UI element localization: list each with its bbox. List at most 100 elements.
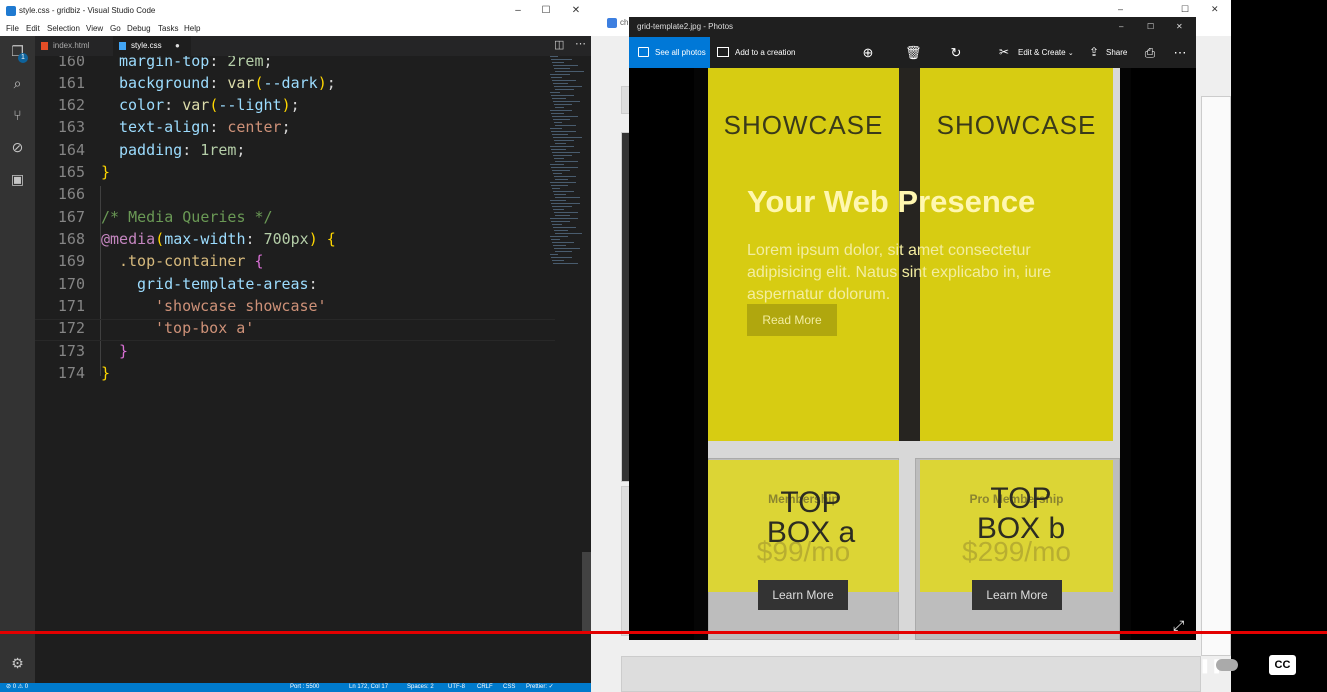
- minimap-line: [553, 155, 572, 156]
- more-actions-icon[interactable]: ⋯: [575, 37, 586, 50]
- minimap-line: [553, 173, 562, 174]
- debug-icon[interactable]: ⊘: [8, 138, 27, 157]
- prettier-status[interactable]: Prettier: ✓: [526, 683, 554, 692]
- minimap-line: [555, 71, 584, 72]
- menu-debug[interactable]: Debug: [127, 22, 151, 36]
- add-to-creation-button[interactable]: Add to a creation: [717, 37, 795, 68]
- print-icon[interactable]: ⎙: [1143, 46, 1157, 60]
- settings-gear-icon[interactable]: ⚙: [8, 654, 27, 673]
- autoplay-toggle[interactable]: [1216, 659, 1238, 671]
- editor-scrollbar[interactable]: [582, 552, 591, 632]
- hero-text: Lorem ipsum dolor, sit amet consectetur …: [747, 242, 1052, 303]
- cursor-position[interactable]: Ln 172, Col 17: [349, 683, 388, 692]
- menu-view[interactable]: View: [86, 22, 103, 36]
- menu-tasks[interactable]: Tasks: [158, 22, 178, 36]
- minimap-line: [550, 110, 572, 111]
- indentation-status[interactable]: Spaces: 2: [407, 683, 434, 692]
- close-button[interactable]: ✕: [561, 0, 591, 22]
- browser-maximize-button[interactable]: ☐: [1181, 4, 1189, 15]
- edit-create-button[interactable]: ✂ Edit & Create ⌄: [999, 37, 1074, 68]
- minimap-line: [553, 209, 564, 210]
- line-number: 165: [57, 163, 85, 181]
- minimap-line: [551, 203, 580, 204]
- tab-style-css[interactable]: style.css ●: [113, 36, 191, 56]
- minimap-line: [553, 101, 580, 102]
- problems-status[interactable]: ⊘ 0 ⚠ 0: [6, 683, 28, 692]
- code-editor[interactable]: 160 161 162 163 164 165 166 167 168 169 …: [35, 56, 591, 683]
- more-icon[interactable]: ⋯: [1173, 46, 1187, 60]
- maximize-button[interactable]: ☐: [531, 0, 561, 22]
- unsaved-dot[interactable]: ●: [175, 36, 180, 56]
- image-border: [1120, 68, 1131, 640]
- status-bar: ⊘ 0 ⚠ 0 Port : 5500 Ln 172, Col 17 Space…: [0, 683, 591, 692]
- minimap-line: [554, 122, 562, 123]
- menu-edit[interactable]: Edit: [26, 22, 40, 36]
- delete-icon[interactable]: 🗑: [905, 46, 922, 60]
- eol-status[interactable]: CRLF: [477, 683, 493, 692]
- browser-minimize-button[interactable]: –: [1118, 4, 1123, 14]
- menu-help[interactable]: Help: [184, 22, 200, 36]
- photos-minimize-button[interactable]: –: [1119, 17, 1123, 37]
- box-a-learn-more: Learn More: [758, 580, 848, 610]
- code-line: @media(max-width: 700px) {: [101, 230, 336, 248]
- minimap-line: [551, 239, 560, 240]
- minimap-line: [551, 113, 564, 114]
- minimap-line: [551, 59, 572, 60]
- minimap-line: [552, 170, 570, 171]
- line-number: 170: [57, 275, 85, 293]
- photos-close-button[interactable]: ✕: [1176, 17, 1183, 37]
- hero-heading: Your Web Presence: [747, 184, 1036, 219]
- css-file-icon: [119, 42, 126, 50]
- zoom-icon[interactable]: ⊕: [861, 46, 875, 60]
- code-line: 'showcase showcase': [155, 297, 327, 315]
- minimap-line: [554, 104, 572, 105]
- minimap-line: [552, 188, 560, 189]
- minimap-line: [550, 56, 558, 57]
- browser-tab-label[interactable]: ch: [620, 18, 628, 27]
- minimap-line: [555, 89, 574, 90]
- minimize-button[interactable]: –: [503, 0, 533, 22]
- source-control-icon[interactable]: ⑂: [8, 106, 27, 125]
- photos-maximize-button[interactable]: ☐: [1147, 17, 1154, 37]
- indent-guide: [100, 186, 101, 376]
- image-border: [694, 68, 708, 640]
- language-status[interactable]: CSS: [503, 683, 515, 692]
- split-editor-icon[interactable]: ◫: [554, 38, 564, 51]
- minimap-line: [555, 233, 582, 234]
- line-number: 168: [57, 230, 85, 248]
- photo-image[interactable]: SHOWCASE SHOWCASE Your Web Presence Lore…: [694, 68, 1131, 640]
- search-icon[interactable]: ⌕: [8, 74, 27, 93]
- minimap-line: [553, 263, 578, 264]
- minimap-line: [550, 146, 574, 147]
- minimap-line: [551, 185, 568, 186]
- minimap-line: [553, 245, 566, 246]
- minimap-line: [550, 182, 576, 183]
- menu-selection[interactable]: Selection: [47, 22, 80, 36]
- minimap-line: [550, 200, 566, 201]
- code-line: .top-container {: [119, 252, 264, 270]
- menu-go[interactable]: Go: [110, 22, 121, 36]
- encoding-status[interactable]: UTF-8: [448, 683, 465, 692]
- minimap-line: [552, 80, 576, 81]
- browser-close-button[interactable]: ✕: [1211, 4, 1219, 15]
- minimap-line: [554, 140, 574, 141]
- live-server-port[interactable]: Port : 5500: [290, 683, 319, 692]
- rotate-icon[interactable]: ↻: [949, 46, 963, 60]
- minimap-line: [553, 119, 570, 120]
- explorer-badge: 1: [18, 53, 28, 63]
- share-button[interactable]: ⇪ Share: [1089, 37, 1127, 68]
- tab-index-html[interactable]: index.html: [35, 36, 109, 56]
- see-all-photos-button[interactable]: See all photos: [629, 37, 710, 68]
- minimap-line: [553, 83, 568, 84]
- minimap-line: [552, 116, 578, 117]
- box-b-overlay: TOP BOX b: [976, 482, 1066, 545]
- menu-file[interactable]: File: [6, 22, 19, 36]
- minimap[interactable]: [550, 56, 586, 276]
- captions-button[interactable]: CC: [1269, 655, 1296, 675]
- code-line: text-align: center;: [119, 118, 291, 136]
- video-progress-bar[interactable]: [0, 631, 1327, 634]
- extensions-icon[interactable]: ▣: [8, 170, 27, 189]
- photos-toolbar: See all photos Add to a creation ⊕ 🗑 ↻ ✂…: [629, 37, 1196, 68]
- minimap-line: [554, 248, 580, 249]
- read-more-button: Read More: [747, 304, 837, 336]
